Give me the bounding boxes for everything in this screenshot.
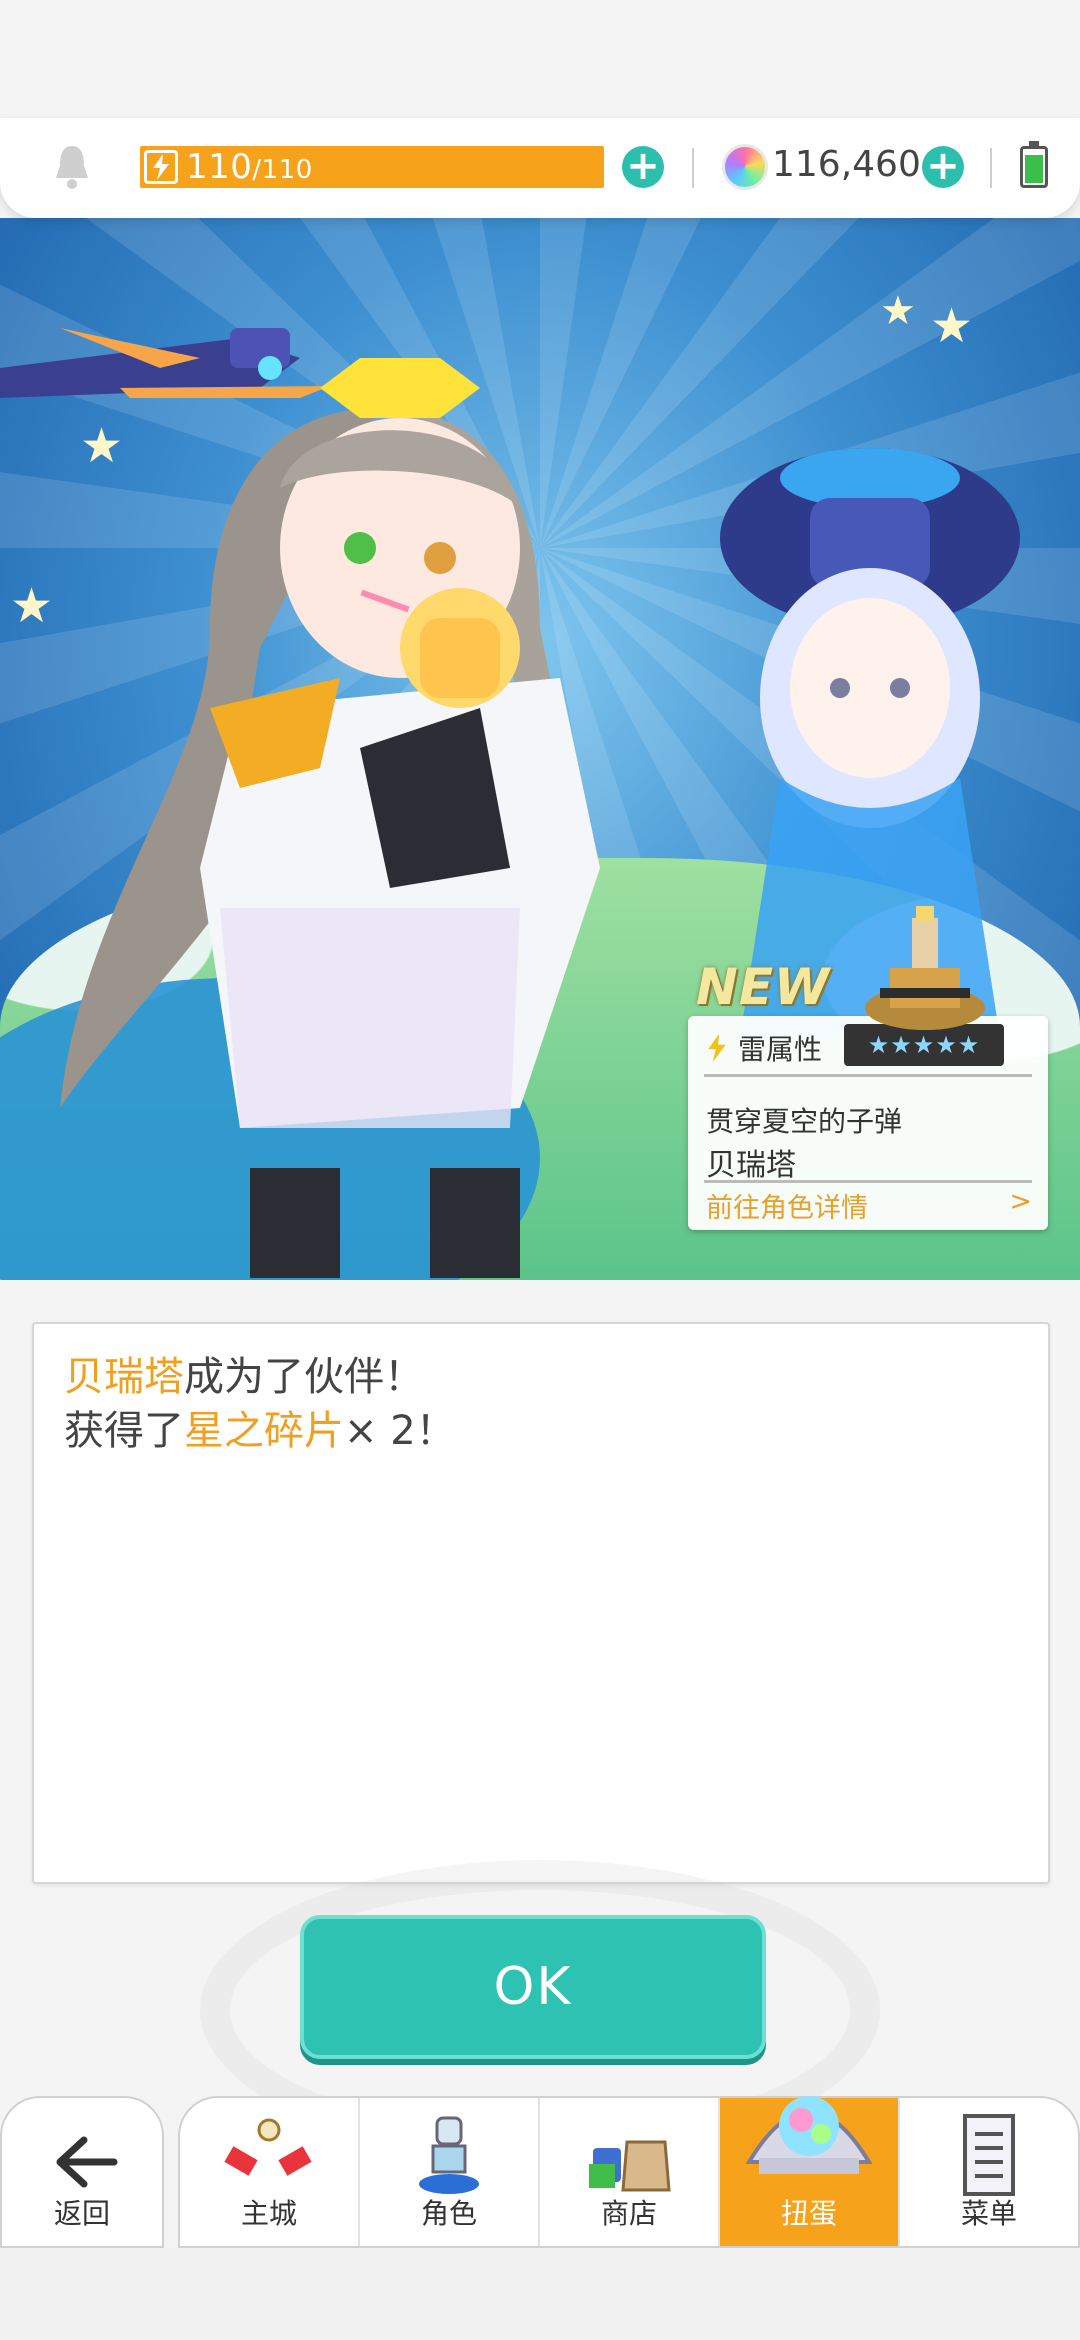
add-stamina-button[interactable]: + bbox=[622, 146, 664, 188]
nav-tabs: 主城 角色 商店 扭蛋 菜单 bbox=[178, 2096, 1080, 2248]
stamina-bar: 110/110 bbox=[140, 146, 604, 188]
item-name-highlight: 星之碎片 bbox=[184, 1408, 344, 1454]
battery-icon bbox=[1020, 141, 1048, 188]
message-text: 获得了 bbox=[64, 1408, 184, 1454]
divider bbox=[704, 1074, 1032, 1077]
shop-icon bbox=[589, 2140, 671, 2192]
system-bottom-strip bbox=[0, 2248, 1080, 2340]
pixel-trophy-icon bbox=[865, 906, 985, 1030]
message-line-2: 获得了星之碎片× 2！ bbox=[64, 1404, 1018, 1458]
divider bbox=[692, 148, 694, 188]
lightning-icon bbox=[708, 1033, 726, 1063]
bell-icon[interactable] bbox=[52, 142, 92, 190]
character-title: 贯穿夏空的子弹 bbox=[706, 1105, 903, 1138]
add-gems-button[interactable]: + bbox=[922, 146, 964, 188]
plus-icon: + bbox=[626, 143, 660, 189]
tab-gacha-label: 扭蛋 bbox=[780, 2197, 837, 2230]
bottom-navigation: 返回 主城 角色 商店 扭蛋 菜单 bbox=[0, 2096, 1080, 2248]
gem-icon bbox=[722, 144, 768, 190]
new-badge: NEW bbox=[696, 958, 831, 1016]
stamina-value: 110/110 bbox=[186, 147, 313, 187]
character-icon bbox=[419, 2116, 479, 2194]
tab-character[interactable]: 角色 bbox=[360, 2098, 540, 2246]
tab-shop[interactable]: 商店 bbox=[540, 2098, 720, 2246]
back-button[interactable]: 返回 bbox=[0, 2096, 164, 2248]
divider bbox=[990, 148, 992, 188]
heroine-illustration bbox=[60, 358, 600, 1278]
attribute-text: 雷属性 bbox=[738, 1033, 823, 1066]
back-arrow-icon bbox=[56, 2136, 118, 2188]
ok-button[interactable]: OK bbox=[300, 1915, 766, 2059]
star-icon: ★ bbox=[880, 288, 916, 334]
gem-count: 116,460 bbox=[772, 144, 921, 185]
lightning-icon bbox=[144, 150, 178, 184]
tab-city[interactable]: 主城 bbox=[180, 2098, 360, 2246]
attribute-label: 雷属性 bbox=[706, 1028, 822, 1068]
city-icon bbox=[224, 2118, 312, 2176]
tab-gacha[interactable]: 扭蛋 bbox=[720, 2096, 900, 2246]
top-status-bar: 110/110 + 116,460 + bbox=[0, 118, 1080, 218]
character-banner: ★ ★ ★ ★ NEW 雷属性 ★★★★★ 贯穿夏空的子弹 贝瑞塔 前往角色详情… bbox=[0, 218, 1080, 1280]
result-message-box: 贝瑞塔成为了伙伴！ 获得了星之碎片× 2！ bbox=[32, 1322, 1050, 1884]
tab-menu[interactable]: 菜单 bbox=[900, 2098, 1078, 2246]
character-details-link[interactable]: 前往角色详情 bbox=[706, 1186, 868, 1225]
character-name-highlight: 贝瑞塔 bbox=[64, 1354, 184, 1400]
message-line-1: 贝瑞塔成为了伙伴！ bbox=[64, 1350, 1018, 1404]
message-text: 成为了伙伴！ bbox=[184, 1354, 424, 1400]
character-name: 贝瑞塔 bbox=[706, 1148, 796, 1183]
star-icon: ★ bbox=[930, 298, 974, 354]
divider bbox=[704, 1180, 1032, 1183]
message-text: × 2！ bbox=[344, 1408, 456, 1454]
character-info-card: 雷属性 ★★★★★ 贯穿夏空的子弹 贝瑞塔 前往角色详情 > bbox=[688, 1016, 1048, 1230]
menu-icon bbox=[963, 2114, 1015, 2196]
ok-button-wrap: OK bbox=[300, 1915, 766, 2059]
chevron-right-icon[interactable]: > bbox=[1009, 1186, 1032, 1217]
back-label: 返回 bbox=[53, 2197, 110, 2230]
plus-icon: + bbox=[926, 143, 960, 189]
gacha-icon bbox=[745, 2096, 873, 2174]
